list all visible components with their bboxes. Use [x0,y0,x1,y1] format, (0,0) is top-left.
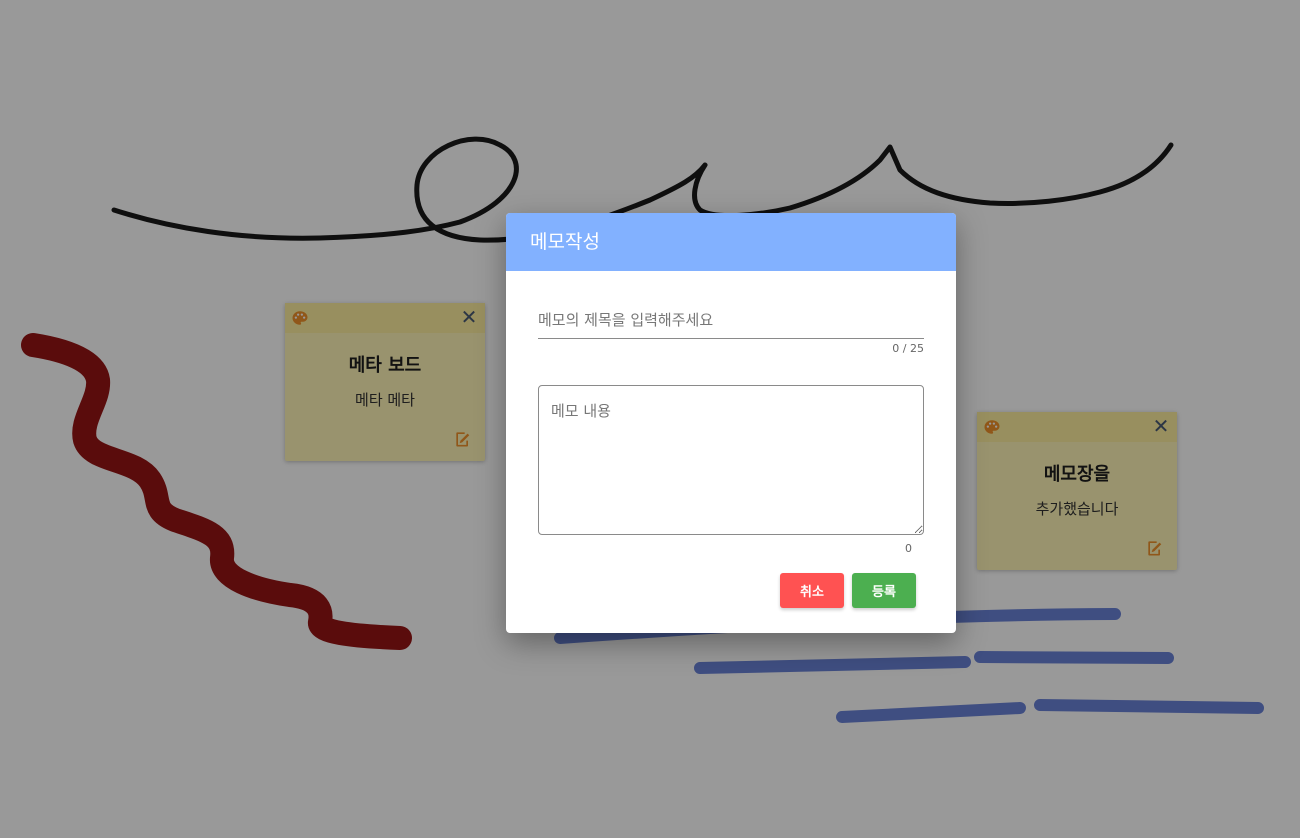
memo-title-field: 0 / 25 [538,301,924,355]
memo-content-field: 0 [538,385,924,555]
cancel-button[interactable]: 취소 [780,573,844,608]
dialog-title: 메모작성 [506,213,956,271]
memo-title-input[interactable] [538,301,924,339]
submit-button[interactable]: 등록 [852,573,916,608]
title-char-counter: 0 / 25 [892,342,924,355]
memo-content-textarea[interactable] [538,385,924,535]
memo-dialog: 메모작성 0 / 25 0 취소 등록 [506,213,956,633]
content-char-counter: 0 [905,542,912,555]
